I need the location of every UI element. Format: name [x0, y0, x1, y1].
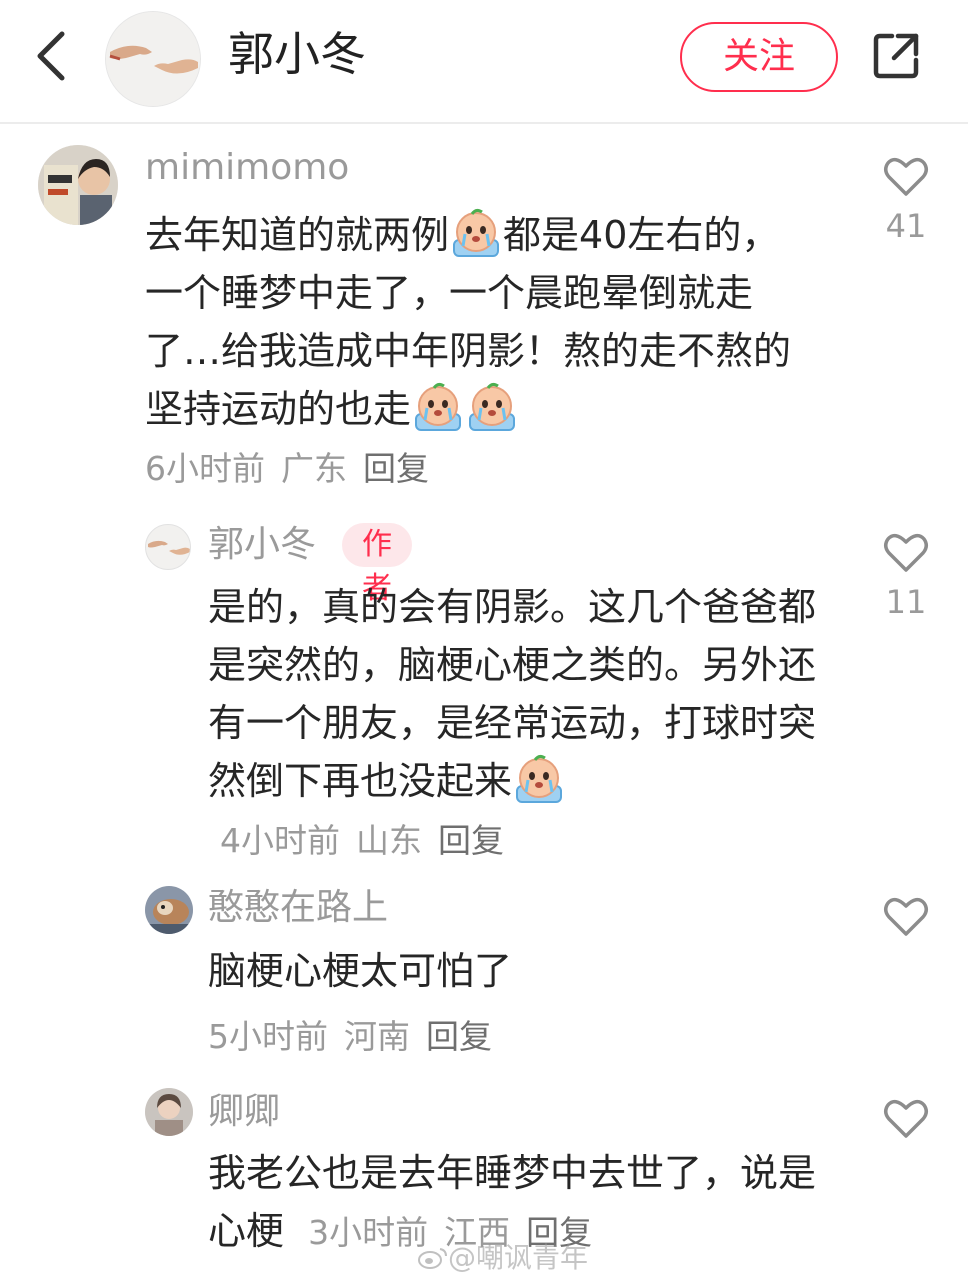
comment-text: 是的，真的会有阴影。这几个爸爸都是突然的，脑梗心梗之类的。另外还有一个朋友，是经… — [208, 578, 830, 870]
comment-text-part: 是的，真的会有阴影。这几个爸爸都是突然的，脑梗心梗之类的。另外还有一个朋友，是经… — [208, 585, 817, 803]
user-avatar[interactable] — [145, 886, 193, 934]
share-icon[interactable] — [870, 30, 922, 82]
like-button[interactable]: 41 — [876, 156, 936, 244]
user-avatar[interactable] — [38, 145, 118, 225]
comment-meta: 6小时前 广东 回复 — [145, 442, 445, 490]
like-button[interactable] — [876, 896, 936, 938]
like-button[interactable] — [876, 1098, 936, 1140]
comment-location: 河南 — [344, 1017, 410, 1056]
crying-face-emoji — [453, 208, 500, 257]
heart-outline-icon[interactable] — [883, 896, 929, 938]
comment-location: 广东 — [281, 449, 347, 488]
author-badge: 作者 — [342, 523, 412, 606]
comment-time: 6小时前 — [145, 449, 265, 488]
like-button[interactable]: 11 — [876, 532, 936, 620]
comment-text: 去年知道的就两例 都是40左右的，一个睡梦中走了，一个晨跑晕倒就走了…给我造成中… — [145, 206, 815, 438]
chevron-left-icon[interactable] — [32, 30, 72, 82]
crying-face-emoji — [469, 382, 516, 431]
like-count: 11 — [885, 583, 927, 621]
follow-button[interactable]: 关注 — [680, 22, 838, 92]
comment-username[interactable]: 憨憨在路上 — [208, 886, 388, 930]
comment-username[interactable]: 卿卿 — [208, 1090, 280, 1134]
top-bar: 郭小冬 关注 — [0, 0, 968, 124]
heart-outline-icon[interactable] — [883, 532, 929, 574]
reply-button[interactable]: 回复 — [426, 1017, 492, 1056]
weibo-logo-icon — [418, 1248, 447, 1269]
watermark: @嘲讽青年 — [418, 1236, 588, 1276]
author-name[interactable]: 郭小冬 — [228, 26, 366, 82]
comment-time: 5小时前 — [208, 1017, 328, 1056]
comment-text-part: 去年知道的就两例 — [145, 213, 450, 257]
comment-text: 脑梗心梗太可怕了 — [208, 949, 513, 993]
user-avatar[interactable] — [145, 1088, 193, 1136]
author-avatar[interactable] — [105, 11, 201, 107]
comment-location: 山东 — [356, 821, 422, 860]
crying-face-emoji — [415, 382, 462, 431]
crying-face-emoji — [516, 754, 563, 803]
comment-time: 3小时前 — [308, 1213, 429, 1252]
like-count: 41 — [885, 207, 927, 245]
comment-time: 4小时前 — [220, 821, 340, 860]
comment-username[interactable]: mimimomo — [145, 146, 349, 190]
comment-meta: 5小时前 河南 回复 — [208, 1010, 508, 1058]
reply-button[interactable]: 回复 — [363, 449, 429, 488]
comment-meta: 4小时前 山东 回复 — [220, 821, 520, 860]
user-avatar[interactable] — [145, 524, 191, 570]
heart-outline-icon[interactable] — [883, 1098, 929, 1140]
heart-outline-icon[interactable] — [883, 156, 929, 198]
reply-button[interactable]: 回复 — [438, 821, 504, 860]
comment-username[interactable]: 郭小冬 — [208, 523, 316, 567]
watermark-text: @嘲讽青年 — [448, 1241, 589, 1274]
